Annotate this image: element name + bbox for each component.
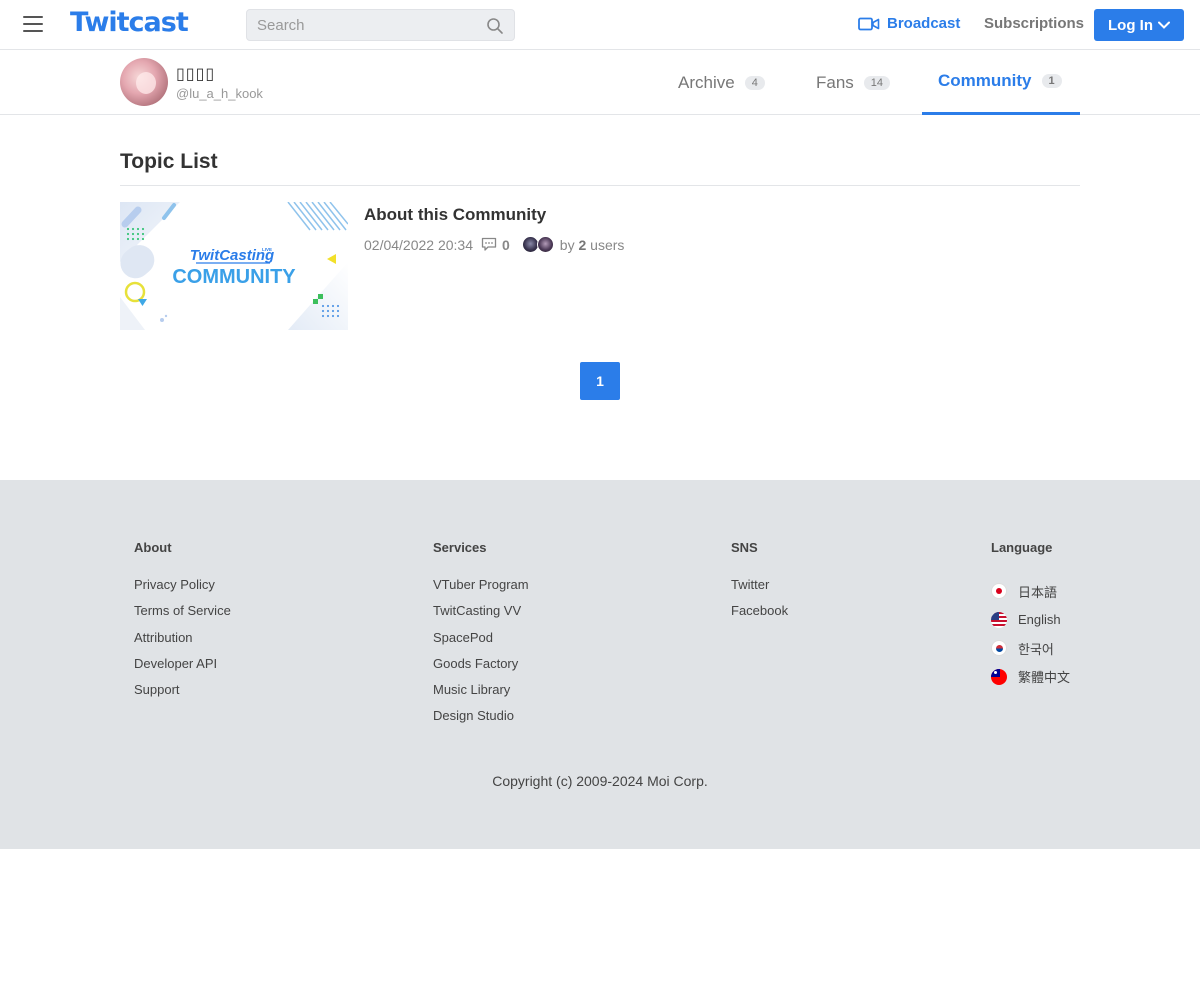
top-navigation-bar: Twitcast Broadcast Subscriptions Log In — [0, 0, 1200, 50]
footer-link-music-library[interactable]: Music Library — [433, 682, 529, 708]
login-label: Log In — [1108, 16, 1153, 34]
count-badge: 1 — [1041, 74, 1062, 88]
footer-link-attribution[interactable]: Attribution — [134, 630, 231, 656]
footer-link-privacy-policy[interactable]: Privacy Policy — [134, 577, 231, 603]
banner-live-tag: LIVE — [262, 247, 272, 252]
avatar[interactable] — [120, 58, 168, 106]
footer-link-developer-api[interactable]: Developer API — [134, 656, 231, 682]
participant-avatars — [521, 236, 554, 253]
tab-archive[interactable]: Archive 4 — [678, 50, 765, 115]
language-option-traditional-chinese[interactable]: 繁體中文 — [991, 663, 1070, 692]
community-banner-image: TwitCasting LIVE COMMUNITY — [120, 202, 348, 330]
footer-link-terms-of-service[interactable]: Terms of Service — [134, 603, 231, 629]
footer-link-support[interactable]: Support — [134, 682, 231, 708]
language-option-korean[interactable]: 한국어 — [991, 634, 1070, 663]
tab-label: Archive — [678, 72, 735, 92]
footer-link-spacepod[interactable]: SpacePod — [433, 630, 529, 656]
subscriptions-link[interactable]: Subscriptions — [984, 15, 1084, 32]
footer-services-column: Services VTuber Program TwitCasting VV S… — [433, 540, 529, 735]
footer-link-twitcasting-vv[interactable]: TwitCasting VV — [433, 603, 529, 629]
users-suffix: users — [590, 236, 625, 253]
language-label: 繁體中文 — [1018, 670, 1071, 686]
footer-about-column: About Privacy Policy Terms of Service At… — [134, 540, 231, 708]
language-option-english[interactable]: English — [991, 606, 1070, 635]
chevron-down-icon — [1158, 21, 1170, 29]
user-name[interactable]: ▯▯▯▯ — [176, 64, 215, 84]
japan-flag-icon — [991, 583, 1007, 600]
footer-heading: SNS — [731, 540, 758, 555]
login-button[interactable]: Log In — [1094, 9, 1184, 41]
broadcast-link[interactable]: Broadcast — [858, 15, 960, 32]
count-badge: 14 — [863, 75, 891, 90]
language-option-japanese[interactable]: 日本語 — [991, 577, 1070, 606]
banner-community-text: COMMUNITY — [172, 266, 296, 288]
footer-link-facebook[interactable]: Facebook — [731, 603, 788, 629]
footer-heading: Language — [991, 540, 1053, 555]
divider — [120, 185, 1080, 186]
topic-thumbnail[interactable]: TwitCasting LIVE COMMUNITY — [120, 202, 348, 330]
search-box — [246, 9, 515, 41]
tab-fans[interactable]: Fans 14 — [816, 50, 891, 115]
comment-count: 0 — [502, 236, 510, 253]
profile-bar: ▯▯▯▯ @lu_a_h_kook Archive 4 Fans 14 Comm… — [0, 50, 1200, 115]
footer-link-vtuber-program[interactable]: VTuber Program — [433, 577, 529, 603]
comment-icon — [481, 237, 497, 251]
footer-link-goods-factory[interactable]: Goods Factory — [433, 656, 529, 682]
footer-heading: About — [134, 540, 172, 555]
footer-link-design-studio[interactable]: Design Studio — [433, 708, 529, 734]
video-camera-icon — [858, 17, 880, 30]
page-title: Topic List — [120, 150, 218, 173]
site-logo[interactable]: Twitcast — [70, 7, 189, 38]
footer-heading: Services — [433, 540, 487, 555]
topic-title[interactable]: About this Community — [364, 205, 546, 225]
korea-flag-icon — [991, 640, 1007, 657]
pagination-page-1[interactable]: 1 — [580, 362, 620, 400]
menu-icon[interactable] — [23, 16, 43, 34]
taiwan-flag-icon — [991, 668, 1007, 685]
footer-sns-column: SNS Twitter Facebook — [731, 540, 788, 630]
broadcast-label: Broadcast — [887, 15, 961, 32]
copyright-text: Copyright (c) 2009-2024 Moi Corp. — [492, 773, 708, 789]
tab-community[interactable]: Community 1 — [922, 50, 1080, 115]
user-handle: @lu_a_h_kook — [176, 86, 263, 101]
search-input[interactable] — [247, 10, 477, 40]
participants-text: by 2 users — [560, 237, 625, 253]
language-label: 日本語 — [1018, 584, 1058, 600]
tab-label: Community — [938, 71, 1032, 90]
search-icon[interactable] — [486, 17, 504, 35]
footer-language-column: Language 日本語 English 한국어 繁體中文 — [991, 540, 1070, 691]
language-label: 한국어 — [1018, 641, 1054, 657]
count-badge: 4 — [744, 75, 765, 90]
usa-flag-icon — [991, 611, 1007, 628]
participant-avatar — [536, 236, 554, 253]
by-prefix: by — [559, 236, 575, 253]
user-count: 2 — [578, 236, 587, 253]
footer-link-twitter[interactable]: Twitter — [731, 577, 788, 603]
tab-label: Fans — [816, 72, 854, 92]
footer: About Privacy Policy Terms of Service At… — [0, 480, 1200, 849]
topic-meta: 02/04/2022 20:34 0 by 2 users — [364, 236, 624, 253]
topic-date: 02/04/2022 20:34 — [364, 236, 473, 253]
language-label: English — [1018, 612, 1061, 628]
